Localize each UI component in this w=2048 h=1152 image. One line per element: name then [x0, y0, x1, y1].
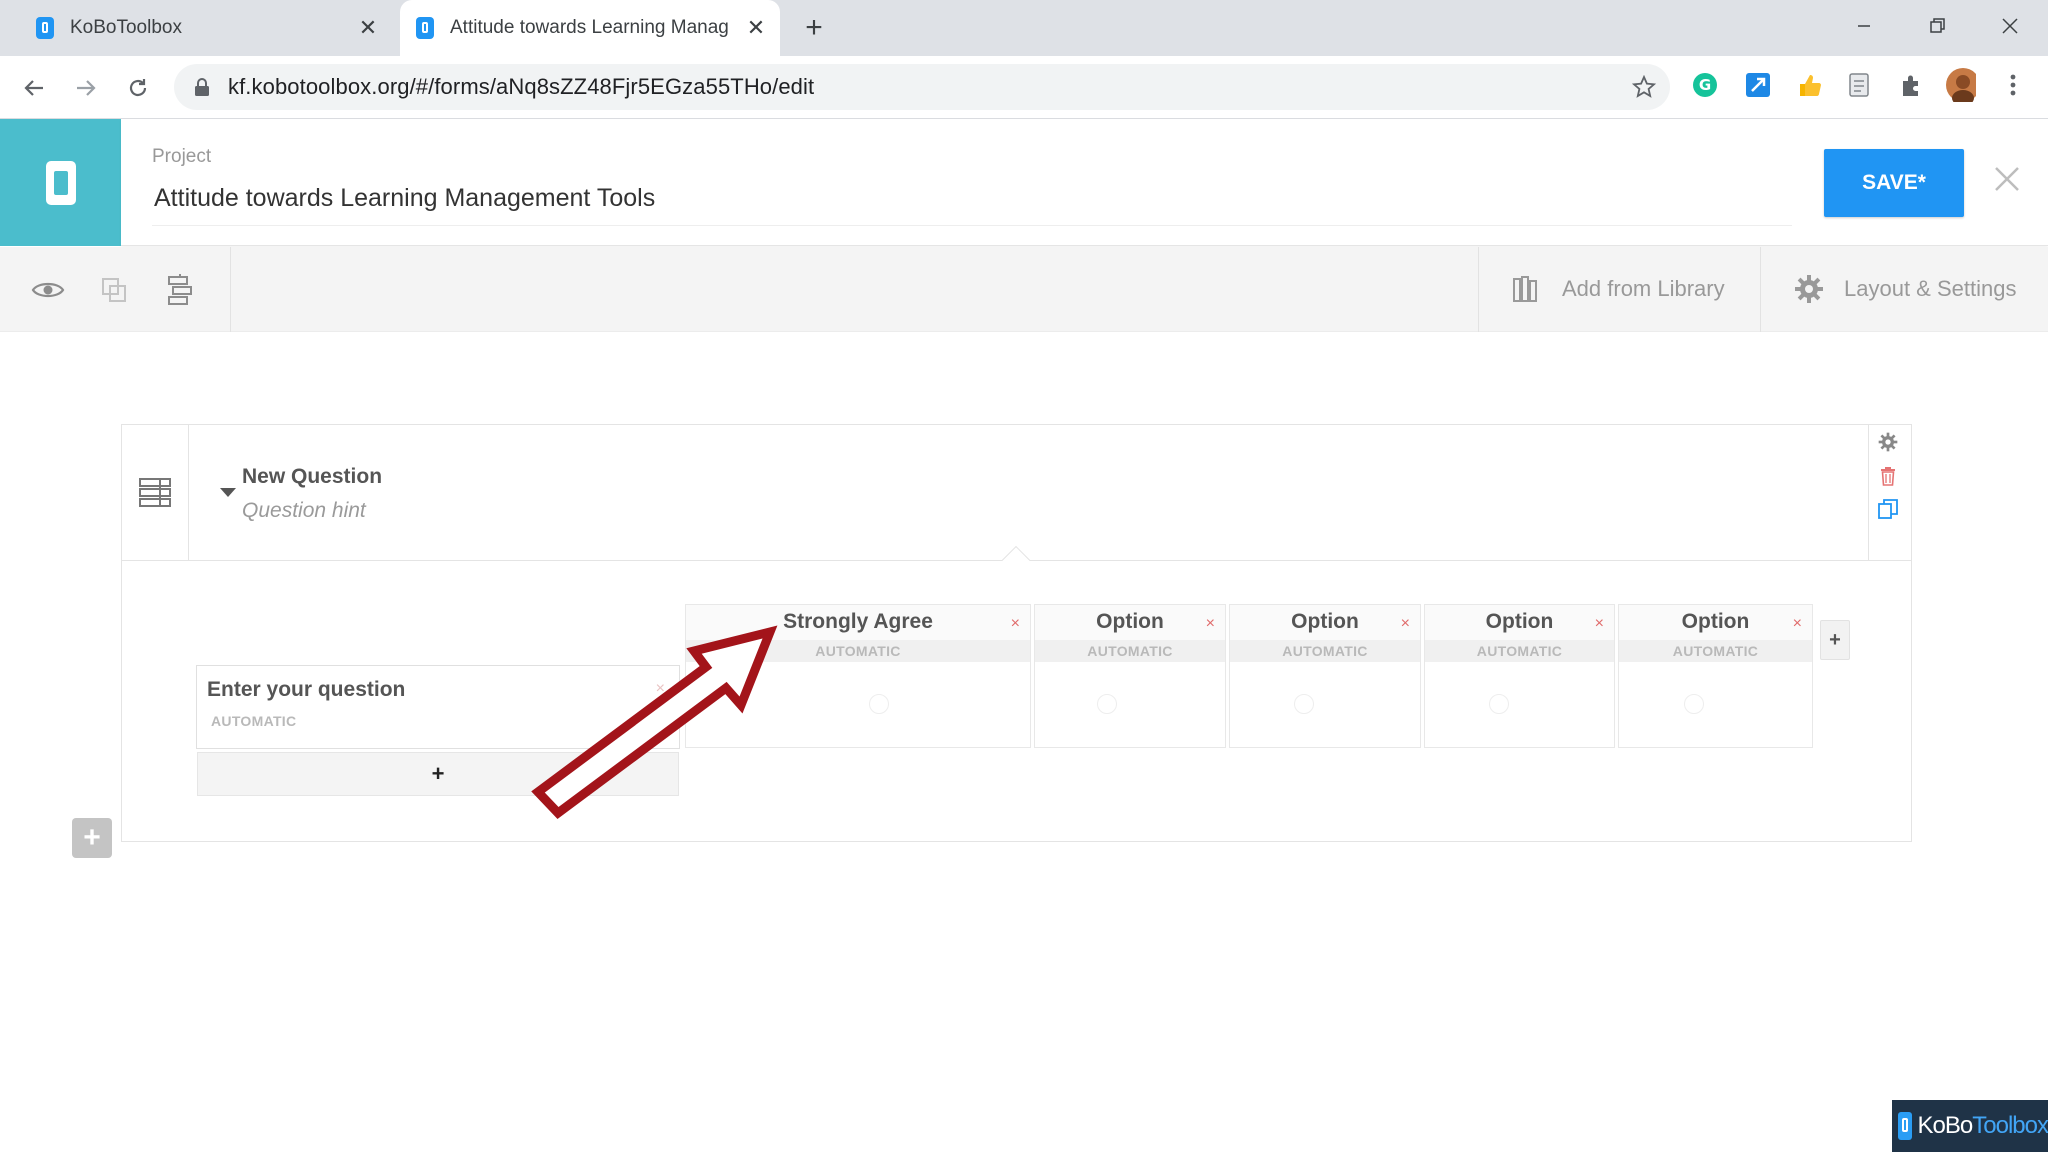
- builder-toolbar: [0, 247, 2048, 332]
- tab-title: KoBoToolbox: [70, 17, 182, 38]
- matrix-cell: [1229, 662, 1421, 748]
- column-name-auto[interactable]: AUTOMATIC: [1619, 640, 1812, 662]
- delete-question-trash-icon[interactable]: [1876, 464, 1900, 488]
- matrix-cell: [1424, 662, 1615, 748]
- annotation-arrow: [531, 625, 778, 819]
- grammarly-extension-icon[interactable]: G: [1690, 70, 1720, 100]
- question-hint[interactable]: Question hint: [242, 499, 366, 523]
- matrix-column-header[interactable]: Option × AUTOMATIC: [1424, 604, 1615, 662]
- column-name-auto[interactable]: AUTOMATIC: [1230, 640, 1420, 662]
- column-label[interactable]: Option: [1619, 610, 1812, 634]
- toolbar-divider: [1760, 247, 1761, 332]
- radio-placeholder: [1684, 694, 1705, 714]
- radio-placeholder: [868, 694, 889, 714]
- layout-settings-button[interactable]: Layout & Settings: [1794, 266, 2016, 312]
- add-column-button[interactable]: +: [1820, 620, 1850, 660]
- add-question-button[interactable]: +: [72, 818, 112, 858]
- radio-placeholder: [1488, 694, 1509, 714]
- question-drag-handle[interactable]: [121, 424, 189, 561]
- duplicate-question-icon[interactable]: [1876, 497, 1900, 521]
- extensions-puzzle-icon[interactable]: [1896, 70, 1926, 100]
- project-label: Project: [152, 146, 212, 167]
- url-field[interactable]: kf.kobotoolbox.org/#/forms/aNq8sZZ48Fjr5…: [174, 64, 1670, 110]
- kobotoolbox-watermark: KoBo Toolbox: [1892, 1100, 2048, 1152]
- matrix-cell: [1034, 662, 1226, 748]
- layout-settings-label: Layout & Settings: [1844, 276, 2017, 301]
- matrix-question-type-icon: [138, 477, 171, 507]
- question-label[interactable]: New Question: [242, 465, 382, 489]
- matrix-cell: [1618, 662, 1813, 748]
- document-extension-icon[interactable]: [1844, 70, 1874, 100]
- remove-column-icon[interactable]: ×: [1401, 615, 1410, 633]
- skip-logic-icon[interactable]: [160, 270, 200, 310]
- matrix-column-header[interactable]: Option × AUTOMATIC: [1618, 604, 1813, 662]
- expand-extension-icon[interactable]: [1743, 70, 1773, 100]
- group-questions-icon[interactable]: [94, 270, 134, 310]
- remove-column-icon[interactable]: ×: [1011, 615, 1020, 633]
- close-builder-icon[interactable]: [1990, 162, 2024, 196]
- row-name-auto[interactable]: AUTOMATIC: [211, 713, 296, 729]
- browser-tab-form[interactable]: Attitude towards Learning Manag ✕: [400, 0, 780, 56]
- window-close-icon[interactable]: [1980, 6, 2040, 46]
- column-name-auto[interactable]: AUTOMATIC: [1035, 640, 1225, 662]
- kobo-favicon-icon: [36, 17, 54, 39]
- project-title: Attitude towards Learning Management Too…: [154, 184, 656, 212]
- remove-column-icon[interactable]: ×: [1206, 615, 1215, 633]
- minimize-icon[interactable]: [1834, 6, 1894, 46]
- add-from-library-button[interactable]: Add from Library: [1512, 266, 1725, 312]
- radio-placeholder: [1097, 694, 1118, 714]
- lock-icon: [194, 78, 210, 96]
- project-title-field[interactable]: Attitude towards Learning Management Too…: [152, 180, 1792, 226]
- toolbar-divider: [230, 247, 231, 332]
- kobo-logo[interactable]: [0, 119, 121, 246]
- browser-menu-icon[interactable]: [1998, 70, 2028, 100]
- back-icon[interactable]: [14, 68, 54, 108]
- browser-tab-kobotoolbox[interactable]: KoBoToolbox ✕: [20, 0, 392, 56]
- column-label[interactable]: Option: [1230, 610, 1420, 634]
- add-from-library-label: Add from Library: [1562, 276, 1725, 301]
- address-bar: kf.kobotoolbox.org/#/forms/aNq8sZZ48Fjr5…: [0, 56, 2048, 119]
- collapse-caret-icon[interactable]: [220, 488, 236, 497]
- kobo-favicon-icon: [416, 17, 434, 39]
- column-label[interactable]: Option: [1035, 610, 1225, 634]
- tab-title: Attitude towards Learning Manag: [450, 17, 729, 38]
- restore-icon[interactable]: [1908, 6, 1968, 46]
- library-icon: [1512, 275, 1542, 303]
- tab-close-icon[interactable]: ✕: [740, 12, 772, 44]
- toolbar-divider: [1478, 247, 1479, 332]
- matrix-column-header[interactable]: Option × AUTOMATIC: [1229, 604, 1421, 662]
- remove-column-icon[interactable]: ×: [1595, 615, 1604, 633]
- remove-column-icon[interactable]: ×: [1793, 615, 1802, 633]
- bookmark-star-icon[interactable]: [1632, 75, 1656, 99]
- preview-eye-icon[interactable]: [28, 270, 68, 310]
- column-name-auto[interactable]: AUTOMATIC: [1425, 640, 1614, 662]
- svg-text:G: G: [1699, 76, 1711, 94]
- kobo-logo-icon: [1898, 1112, 1912, 1140]
- new-tab-button[interactable]: +: [796, 10, 832, 46]
- row-label[interactable]: Enter your question: [207, 678, 405, 702]
- reload-icon[interactable]: [118, 68, 158, 108]
- profile-avatar[interactable]: [1946, 68, 1976, 102]
- question-settings-gear-icon[interactable]: [1876, 430, 1900, 454]
- url-text: kf.kobotoolbox.org/#/forms/aNq8sZZ48Fjr5…: [228, 74, 815, 99]
- matrix-column-header[interactable]: Option × AUTOMATIC: [1034, 604, 1226, 662]
- column-label[interactable]: Option: [1425, 610, 1614, 634]
- forward-icon[interactable]: [66, 68, 106, 108]
- radio-placeholder: [1294, 694, 1315, 714]
- gear-icon: [1794, 274, 1824, 304]
- save-button[interactable]: SAVE*: [1824, 149, 1964, 217]
- thumbs-up-extension-icon[interactable]: [1794, 70, 1824, 100]
- tab-close-icon[interactable]: ✕: [352, 12, 384, 44]
- card-divider: [1868, 424, 1869, 561]
